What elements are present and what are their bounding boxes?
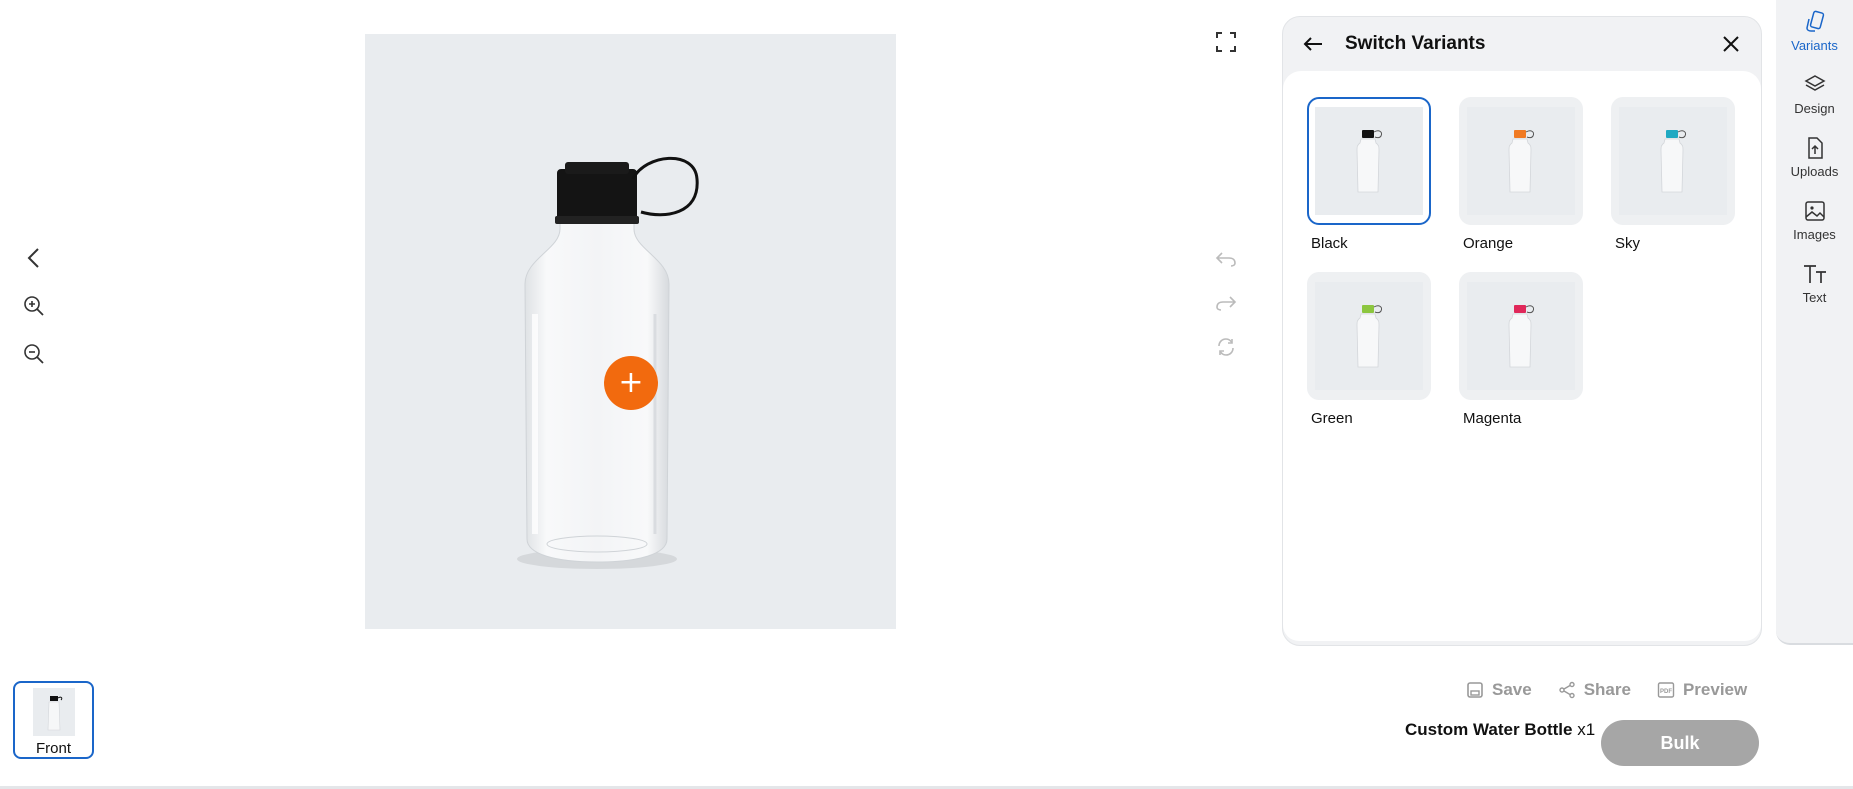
close-icon[interactable] [1719,32,1743,56]
variants-body: Black Orange Sky Green Magenta [1283,71,1761,641]
bulk-button[interactable]: Bulk [1601,720,1759,766]
nav-uploads-label: Uploads [1790,164,1839,179]
panel-header: Switch Variants [1283,17,1761,71]
zoom-in-icon[interactable] [20,292,48,320]
product-canvas[interactable]: + [365,34,896,629]
fullscreen-icon[interactable] [1214,30,1238,54]
save-icon [1467,682,1483,698]
nav-uploads[interactable]: Uploads [1776,126,1853,189]
variant-option-black[interactable]: Black [1307,97,1431,252]
pdf-icon: PDF [1657,682,1675,698]
left-toolbar [20,244,48,368]
right-nav: Variants Design Uploads Images Text [1776,0,1853,645]
redo-icon[interactable] [1214,290,1238,316]
nav-text[interactable]: Text [1776,252,1853,315]
variant-thumbnail [1611,97,1735,225]
nav-variants[interactable]: Variants [1776,0,1853,63]
variant-bottle-image [1619,107,1727,215]
share-label: Share [1583,680,1631,699]
variant-bottle-image [1315,107,1423,215]
add-design-button[interactable]: + [604,356,658,410]
zoom-out-icon[interactable] [20,340,48,368]
history-toolbar [1214,246,1238,360]
nav-design-label: Design [1794,101,1835,116]
variant-thumbnail [1307,97,1431,225]
variant-label: Sky [1615,235,1641,252]
share-icon [1559,681,1575,699]
view-thumbnail-front[interactable]: Front [13,681,94,759]
undo-icon[interactable] [1214,246,1238,272]
variant-bottle-image [1315,282,1423,390]
back-chevron-icon[interactable] [20,244,48,272]
front-view-label: Front [35,740,71,757]
preview-label: Preview [1682,680,1748,699]
designer-app: + Switch Variants Black Orange Sky Green Mag… [0,0,1853,789]
variant-bottle-image [1467,282,1575,390]
back-arrow-icon[interactable] [1301,32,1325,56]
panel-title: Switch Variants [1345,33,1486,54]
layers-icon [1803,75,1826,91]
nav-design[interactable]: Design [1776,63,1853,126]
variant-option-orange[interactable]: Orange [1459,97,1583,252]
upload-icon [1807,137,1823,159]
variant-thumbnail [1459,97,1583,225]
product-quantity: x1 [1577,720,1596,739]
variant-option-sky[interactable]: Sky [1611,97,1735,252]
variant-thumbnail [1307,272,1431,400]
bottle-image [517,156,699,569]
product-summary: Custom Water Bottle x1 [1405,720,1595,740]
product-name: Custom Water Bottle [1405,720,1573,739]
variants-icon [1805,10,1824,32]
variant-option-green[interactable]: Green [1307,272,1431,427]
nav-variants-label: Variants [1791,38,1838,53]
nav-text-label: Text [1802,290,1827,305]
nav-images[interactable]: Images [1776,189,1853,252]
variant-bottle-image [1467,107,1575,215]
nav-images-label: Images [1793,227,1836,242]
share-button[interactable]: Share [1558,680,1631,700]
variants-panel: Switch Variants Black Orange Sky Green Magen… [1282,16,1762,646]
variant-thumbnail [1459,272,1583,400]
reset-icon[interactable] [1214,334,1238,360]
svg-text:PDF: PDF [1660,689,1672,695]
action-bar: Save Share PDF Preview [1466,680,1747,700]
variant-label: Orange [1463,235,1514,252]
variant-label: Green [1311,410,1353,427]
variant-label: Black [1311,235,1348,252]
front-thumbnail-image [32,688,75,736]
save-label: Save [1492,680,1532,699]
text-icon [1803,265,1826,283]
variant-grid: Black Orange Sky Green Magenta [1307,97,1737,427]
image-icon [1804,201,1825,221]
variant-option-magenta[interactable]: Magenta [1459,272,1583,427]
save-button[interactable]: Save [1466,680,1532,700]
preview-button[interactable]: PDF Preview [1657,680,1747,700]
variant-label: Magenta [1463,410,1522,427]
